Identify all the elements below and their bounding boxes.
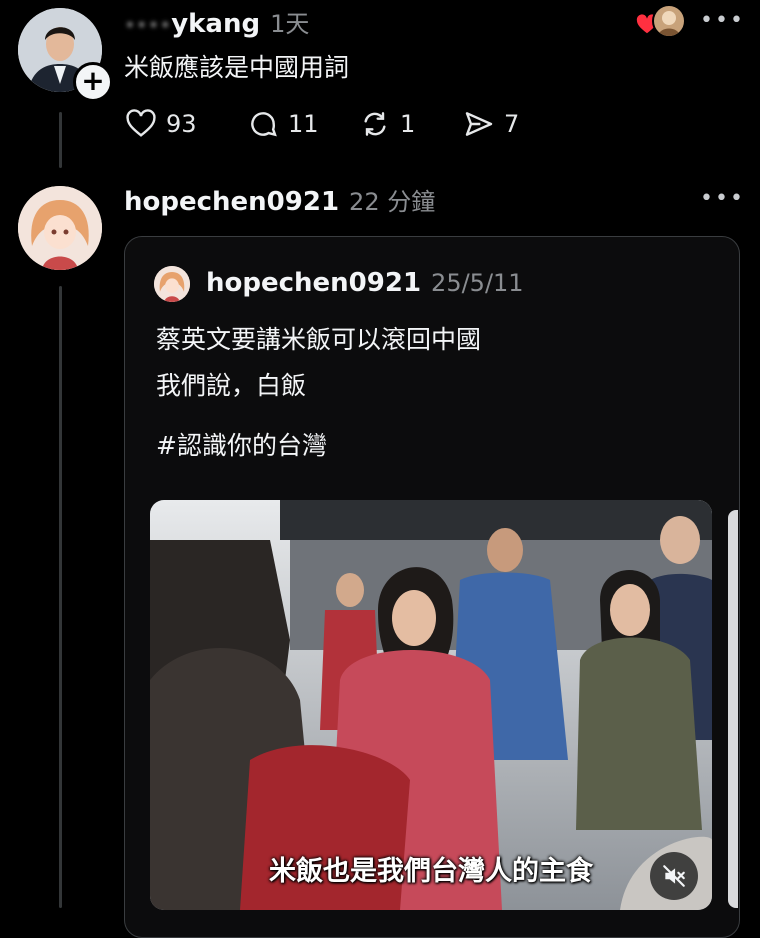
quote-date: 25/5/11 bbox=[431, 269, 524, 297]
plus-icon: + bbox=[81, 64, 105, 97]
quote-hashtag[interactable]: #認識你的台灣 bbox=[156, 426, 327, 462]
thread-line-2 bbox=[59, 286, 62, 908]
quote-username[interactable]: hopechen0921 bbox=[206, 268, 421, 298]
reply-count: 11 bbox=[288, 110, 319, 138]
speaker-muted-icon bbox=[663, 865, 685, 887]
reply-button[interactable]: 11 bbox=[246, 108, 319, 140]
post2-header: hopechen0921 22 分鐘 bbox=[124, 182, 435, 217]
send-icon bbox=[465, 112, 493, 136]
post2-username[interactable]: hopechen0921 bbox=[124, 187, 339, 217]
follow-button[interactable]: + bbox=[73, 62, 113, 102]
thread-line bbox=[59, 112, 62, 168]
post1-header: •••• ykang 1天 bbox=[124, 4, 309, 39]
reaction-avatar bbox=[652, 4, 686, 38]
repost-icon bbox=[364, 112, 386, 136]
video-player[interactable]: 米飯也是我們台灣人的主食 bbox=[150, 500, 712, 910]
username-blurred: •••• bbox=[124, 13, 172, 37]
quote-header: hopechen0921 25/5/11 bbox=[206, 268, 524, 298]
like-count: 93 bbox=[166, 110, 197, 138]
like-button[interactable]: 93 bbox=[124, 108, 197, 140]
reply-icon bbox=[251, 112, 277, 137]
mute-button[interactable] bbox=[650, 852, 698, 900]
post1-username[interactable]: ykang bbox=[171, 9, 260, 39]
post1-time: 1天 bbox=[270, 10, 310, 38]
quote-line-1: 蔡英文要講米飯可以滾回中國 bbox=[156, 325, 482, 354]
share-count: 7 bbox=[504, 110, 520, 138]
share-button[interactable]: 7 bbox=[462, 108, 519, 140]
post1-text: 米飯應該是中國用詞 bbox=[124, 53, 350, 82]
post1-more-button[interactable]: ••• bbox=[700, 8, 745, 33]
repost-button[interactable]: 1 bbox=[358, 108, 415, 140]
heart-icon bbox=[126, 109, 156, 137]
avatar-hopechen[interactable] bbox=[18, 186, 102, 270]
post2-more-button[interactable]: ••• bbox=[700, 186, 745, 211]
post2-time: 22 分鐘 bbox=[349, 188, 436, 216]
next-media-peek[interactable] bbox=[728, 510, 738, 908]
repost-count: 1 bbox=[400, 110, 416, 138]
video-subtitle: 米飯也是我們台灣人的主食 bbox=[269, 856, 593, 887]
quote-line-2: 我們說，白飯 bbox=[156, 371, 307, 400]
quote-avatar[interactable] bbox=[154, 266, 190, 302]
